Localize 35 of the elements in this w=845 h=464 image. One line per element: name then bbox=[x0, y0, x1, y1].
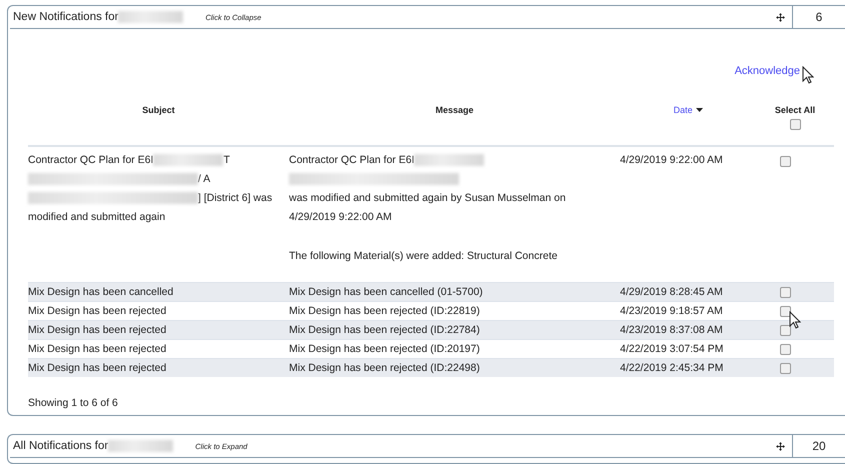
cell-text: Contractor QC Plan for E6I bbox=[289, 154, 414, 166]
date-cell-text: 4/22/2019 2:45:34 PM bbox=[620, 361, 724, 375]
cell-text: Mix Design has been cancelled bbox=[28, 286, 174, 298]
date-cell-text: 4/23/2019 9:18:57 AM bbox=[620, 304, 724, 318]
cell-text: 4/29/2019 9:22:00 AM bbox=[289, 211, 392, 223]
cell-text: Mix Design has been rejected bbox=[28, 324, 166, 336]
column-header: Select All bbox=[774, 105, 816, 115]
column-header: Message bbox=[435, 105, 474, 115]
date-cell-text: 4/29/2019 8:28:45 AM bbox=[620, 285, 724, 299]
cell-text: Mix Design has been rejected (ID:22498) bbox=[289, 362, 480, 374]
count-badge: 6 bbox=[792, 6, 845, 28]
cell-text: / A bbox=[198, 173, 210, 185]
panel-title: New Notifications for bbox=[12, 11, 118, 23]
cell-text: Mix Design has been rejected (ID:22784) bbox=[289, 324, 480, 336]
cell-text: T bbox=[223, 154, 230, 166]
date-cell-text: 4/22/2019 3:07:54 PM bbox=[620, 342, 724, 356]
cell-text: modified and submitted again bbox=[28, 211, 166, 223]
cell-text: Mix Design has been rejected (ID:20197) bbox=[289, 343, 480, 355]
date-cell-text: 4/29/2019 9:22:00 AM bbox=[620, 153, 724, 168]
cell-text: Mix Design has been rejected (ID:22819) bbox=[289, 305, 480, 317]
cell-text: Mix Design has been rejected bbox=[28, 343, 166, 355]
cell-text: ] [District 6] was bbox=[198, 192, 272, 204]
cell-text: Contractor QC Plan for E6I bbox=[28, 154, 154, 166]
column-header[interactable]: Date bbox=[673, 105, 692, 115]
panel-title: All Notifications for bbox=[12, 440, 108, 452]
column-header: Subject bbox=[142, 105, 175, 115]
cell-text: Mix Design has been rejected bbox=[28, 305, 166, 317]
date-cell-text: 4/23/2019 8:37:08 AM bbox=[620, 323, 724, 337]
cell-text: Mix Design has been rejected bbox=[28, 362, 166, 374]
count-badge: 20 bbox=[792, 435, 845, 457]
acknowledge-link[interactable]: Acknowledge bbox=[734, 65, 800, 77]
cell-text: Mix Design has been cancelled (01-5700) bbox=[289, 286, 483, 298]
cell-text: was modified and submitted again by Susan Musselman on bbox=[289, 192, 566, 204]
cell-text: The following Material(s) were added: Structural Concrete bbox=[289, 249, 558, 264]
pagination-info: Showing 1 to 6 of 6 bbox=[28, 397, 118, 409]
